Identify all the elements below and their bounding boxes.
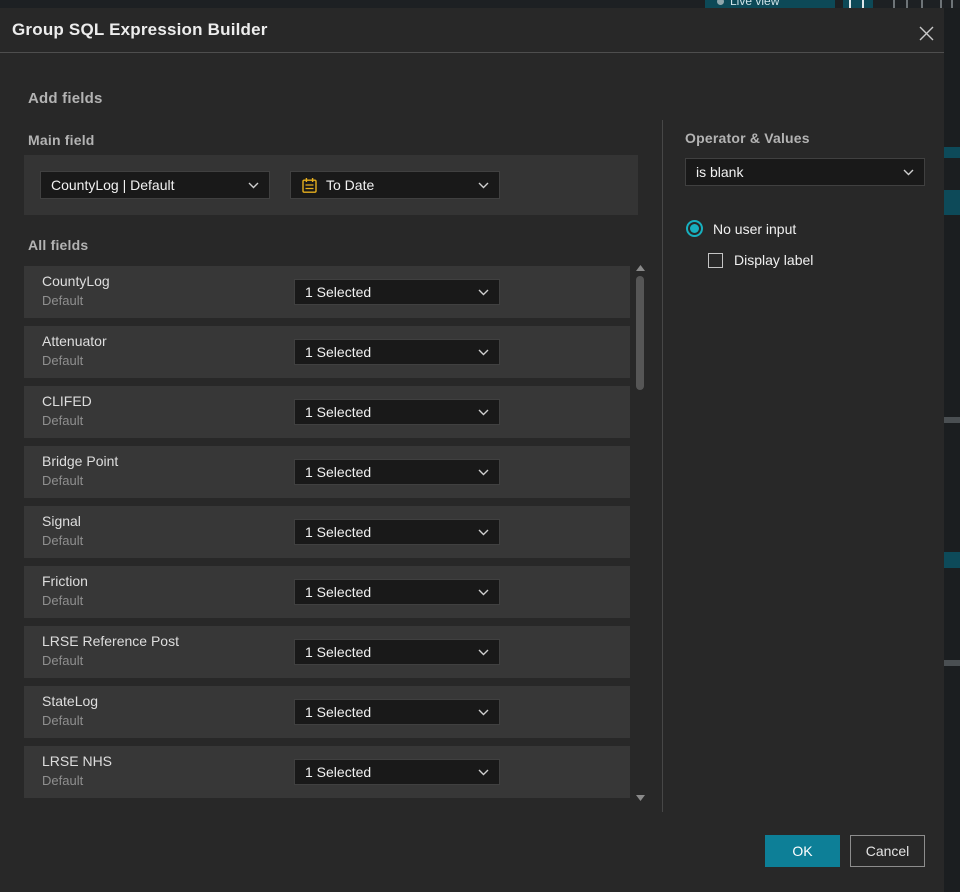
operator-dropdown-value: is blank (696, 164, 744, 180)
close-icon (919, 26, 933, 40)
live-view-label: Live view (730, 0, 780, 8)
field-name: LRSE NHS (42, 753, 113, 769)
chevron-down-icon (478, 349, 489, 356)
close-button[interactable] (914, 21, 938, 45)
field-subtitle: Default (42, 293, 84, 308)
field-name: CountyLog (42, 273, 110, 289)
background-toolbar-fragment (843, 0, 873, 8)
ok-button[interactable]: OK (765, 835, 840, 867)
scrollbar-down-button[interactable] (636, 794, 645, 801)
field-name: CLIFED (42, 393, 92, 409)
operator-dropdown[interactable]: is blank (685, 158, 925, 186)
operator-values-heading: Operator & Values (685, 130, 810, 146)
background-panel-fragment (944, 147, 960, 158)
background-icon-fragment (862, 0, 864, 8)
live-view-button: Live view (705, 0, 835, 8)
background-panel-fragment (944, 417, 960, 423)
main-field-date-value: To Date (326, 177, 375, 193)
field-name: Attenuator (42, 333, 107, 349)
field-subtitle: Default (42, 533, 84, 548)
chevron-down-icon (478, 769, 489, 776)
chevron-down-icon (478, 709, 489, 716)
background-icon-fragment (906, 0, 908, 8)
field-row-signal: Signal Default 1 Selected (24, 506, 630, 558)
background-icon-fragment (951, 0, 953, 8)
field-selected-dropdown[interactable]: 1 Selected (294, 399, 500, 425)
main-field-dropdown[interactable]: CountyLog | Default (40, 171, 270, 199)
field-subtitle: Default (42, 773, 84, 788)
chevron-down-icon (478, 649, 489, 656)
field-name: Bridge Point (42, 453, 119, 469)
field-selected-dropdown[interactable]: 1 Selected (294, 339, 500, 365)
field-row-lrse-nhs: LRSE NHS Default 1 Selected (24, 746, 630, 798)
cancel-button[interactable]: Cancel (850, 835, 925, 867)
field-selected-dropdown[interactable]: 1 Selected (294, 759, 500, 785)
scroll-up-icon (636, 264, 645, 271)
dialog-titlebar: Group SQL Expression Builder (0, 8, 944, 52)
background-icon-fragment (893, 0, 895, 8)
field-subtitle: Default (42, 413, 84, 428)
field-name: Friction (42, 573, 88, 589)
field-row-attenuator: Attenuator Default 1 Selected (24, 326, 630, 378)
background-app-panel (944, 8, 960, 892)
field-selected-dropdown[interactable]: 1 Selected (294, 699, 500, 725)
field-row-clifed: CLIFED Default 1 Selected (24, 386, 630, 438)
main-field-dropdown-value: CountyLog | Default (51, 177, 175, 193)
main-field-date-dropdown[interactable]: To Date (290, 171, 500, 199)
main-field-label: Main field (28, 132, 95, 148)
all-fields-label: All fields (28, 237, 89, 253)
background-panel-fragment (944, 552, 960, 568)
field-subtitle: Default (42, 713, 84, 728)
chevron-down-icon (478, 409, 489, 416)
field-selected-dropdown[interactable]: 1 Selected (294, 579, 500, 605)
field-row-statelog: StateLog Default 1 Selected (24, 686, 630, 738)
calendar-icon (301, 177, 318, 194)
field-row-bridge-point: Bridge Point Default 1 Selected (24, 446, 630, 498)
no-user-input-label: No user input (713, 220, 797, 237)
field-subtitle: Default (42, 353, 84, 368)
live-view-status-dot (717, 0, 724, 5)
field-selected-dropdown[interactable]: 1 Selected (294, 519, 500, 545)
background-icon-fragment (849, 0, 851, 8)
panel-divider (662, 120, 663, 812)
no-user-input-radio[interactable]: No user input (686, 220, 796, 237)
field-selected-dropdown[interactable]: 1 Selected (294, 459, 500, 485)
chevron-down-icon (478, 529, 489, 536)
field-subtitle: Default (42, 653, 84, 668)
radio-selected-icon (686, 220, 703, 237)
field-name: LRSE Reference Post (42, 633, 179, 649)
field-row-lrse-reference-post: LRSE Reference Post Default 1 Selected (24, 626, 630, 678)
display-label-checkbox[interactable]: Display label (708, 252, 813, 268)
field-row-countylog: CountyLog Default 1 Selected (24, 266, 630, 318)
background-app-toolbar: Live view (0, 0, 960, 8)
background-panel-fragment (944, 660, 960, 666)
field-subtitle: Default (42, 473, 84, 488)
scrollbar-up-button[interactable] (636, 264, 645, 271)
field-subtitle: Default (42, 593, 84, 608)
field-name: StateLog (42, 693, 99, 709)
scroll-down-icon (636, 794, 645, 801)
background-icon-fragment (921, 0, 923, 8)
add-fields-heading: Add fields (28, 90, 103, 107)
checkbox-unchecked-icon (708, 252, 723, 268)
chevron-down-icon (478, 469, 489, 476)
field-name: Signal (42, 513, 81, 529)
dialog-title: Group SQL Expression Builder (12, 20, 268, 39)
field-selected-dropdown[interactable]: 1 Selected (294, 639, 500, 665)
chevron-down-icon (478, 589, 489, 596)
chevron-down-icon (478, 289, 489, 296)
field-selected-dropdown[interactable]: 1 Selected (294, 279, 500, 305)
group-sql-expression-builder-dialog: Group SQL Expression Builder Add fields … (0, 8, 944, 892)
background-panel-fragment (944, 190, 960, 215)
chevron-down-icon (903, 169, 914, 176)
scrollbar-thumb[interactable] (636, 276, 644, 390)
field-row-friction: Friction Default 1 Selected (24, 566, 630, 618)
display-label-label: Display label (734, 252, 814, 268)
background-icon-fragment (940, 0, 942, 8)
chevron-down-icon (248, 182, 259, 189)
chevron-down-icon (478, 182, 489, 189)
titlebar-divider (0, 52, 944, 53)
